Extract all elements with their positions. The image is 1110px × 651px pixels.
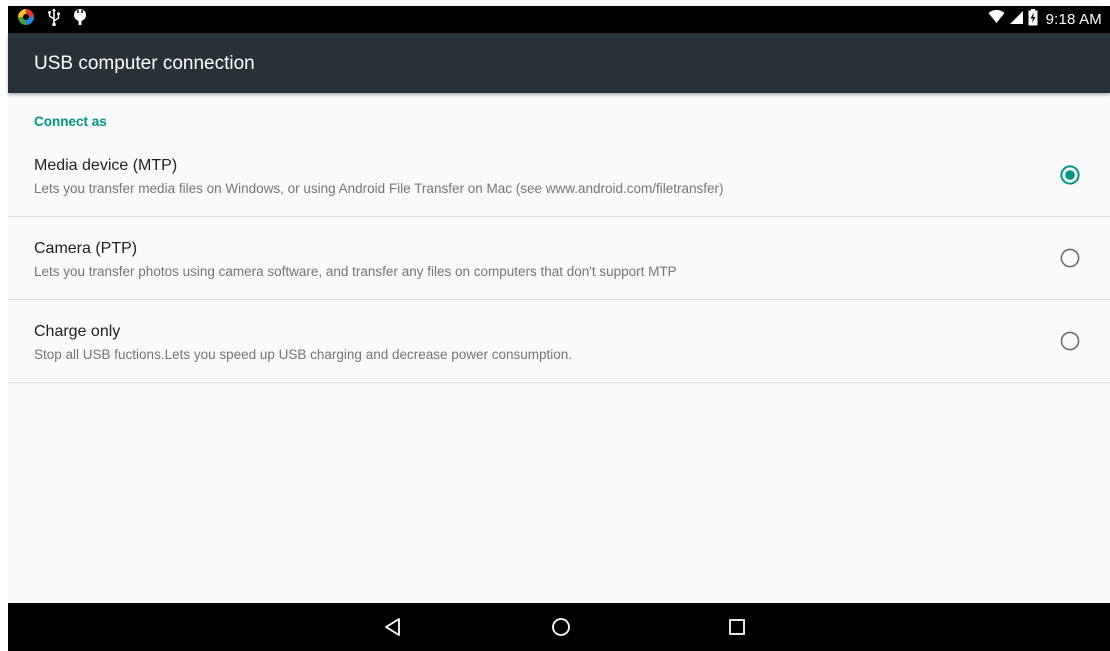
- option-camera-ptp[interactable]: Camera (PTP) Lets you transfer photos us…: [8, 217, 1110, 300]
- recents-icon[interactable]: [725, 615, 749, 639]
- notification-icons: [17, 8, 87, 31]
- option-media-device-mtp[interactable]: Media device (MTP) Lets you transfer med…: [8, 134, 1110, 217]
- radio-unselected-icon[interactable]: [1060, 248, 1080, 268]
- option-summary: Stop all USB fuctions.Lets you speed up …: [34, 347, 573, 362]
- radio-unselected-icon[interactable]: [1060, 331, 1080, 351]
- status-bar: 9:18 AM: [8, 6, 1110, 33]
- navigation-bar: [8, 603, 1110, 651]
- usb-debugging-icon: [73, 8, 87, 31]
- settings-list: Connect as Media device (MTP) Lets you t…: [8, 93, 1110, 603]
- status-clock: 9:18 AM: [1045, 11, 1102, 28]
- battery-charging-icon: [1028, 8, 1038, 31]
- screen: 9:18 AM USB computer connection Connect …: [0, 0, 1110, 651]
- divider: [8, 382, 1110, 383]
- option-title: Media device (MTP): [34, 157, 178, 174]
- option-summary: Lets you transfer photos using camera so…: [34, 264, 677, 279]
- back-icon[interactable]: [381, 615, 405, 639]
- option-title: Charge only: [34, 323, 121, 340]
- screen-edge-left: [0, 0, 8, 651]
- section-header-connect-as: Connect as: [34, 114, 107, 129]
- option-summary: Lets you transfer media files on Windows…: [34, 181, 724, 196]
- home-icon[interactable]: [549, 615, 573, 639]
- page-title: USB computer connection: [34, 53, 255, 74]
- wifi-icon: [988, 9, 1005, 29]
- app-notification-icon: [17, 8, 35, 31]
- option-charge-only[interactable]: Charge only Stop all USB fuctions.Lets y…: [8, 300, 1110, 383]
- app-bar: USB computer connection: [8, 33, 1110, 93]
- cellular-signal-icon: [1009, 10, 1024, 30]
- radio-selected-icon[interactable]: [1060, 165, 1080, 185]
- usb-icon: [47, 8, 61, 31]
- option-title: Camera (PTP): [34, 240, 138, 257]
- system-status-icons: 9:18 AM: [988, 8, 1102, 31]
